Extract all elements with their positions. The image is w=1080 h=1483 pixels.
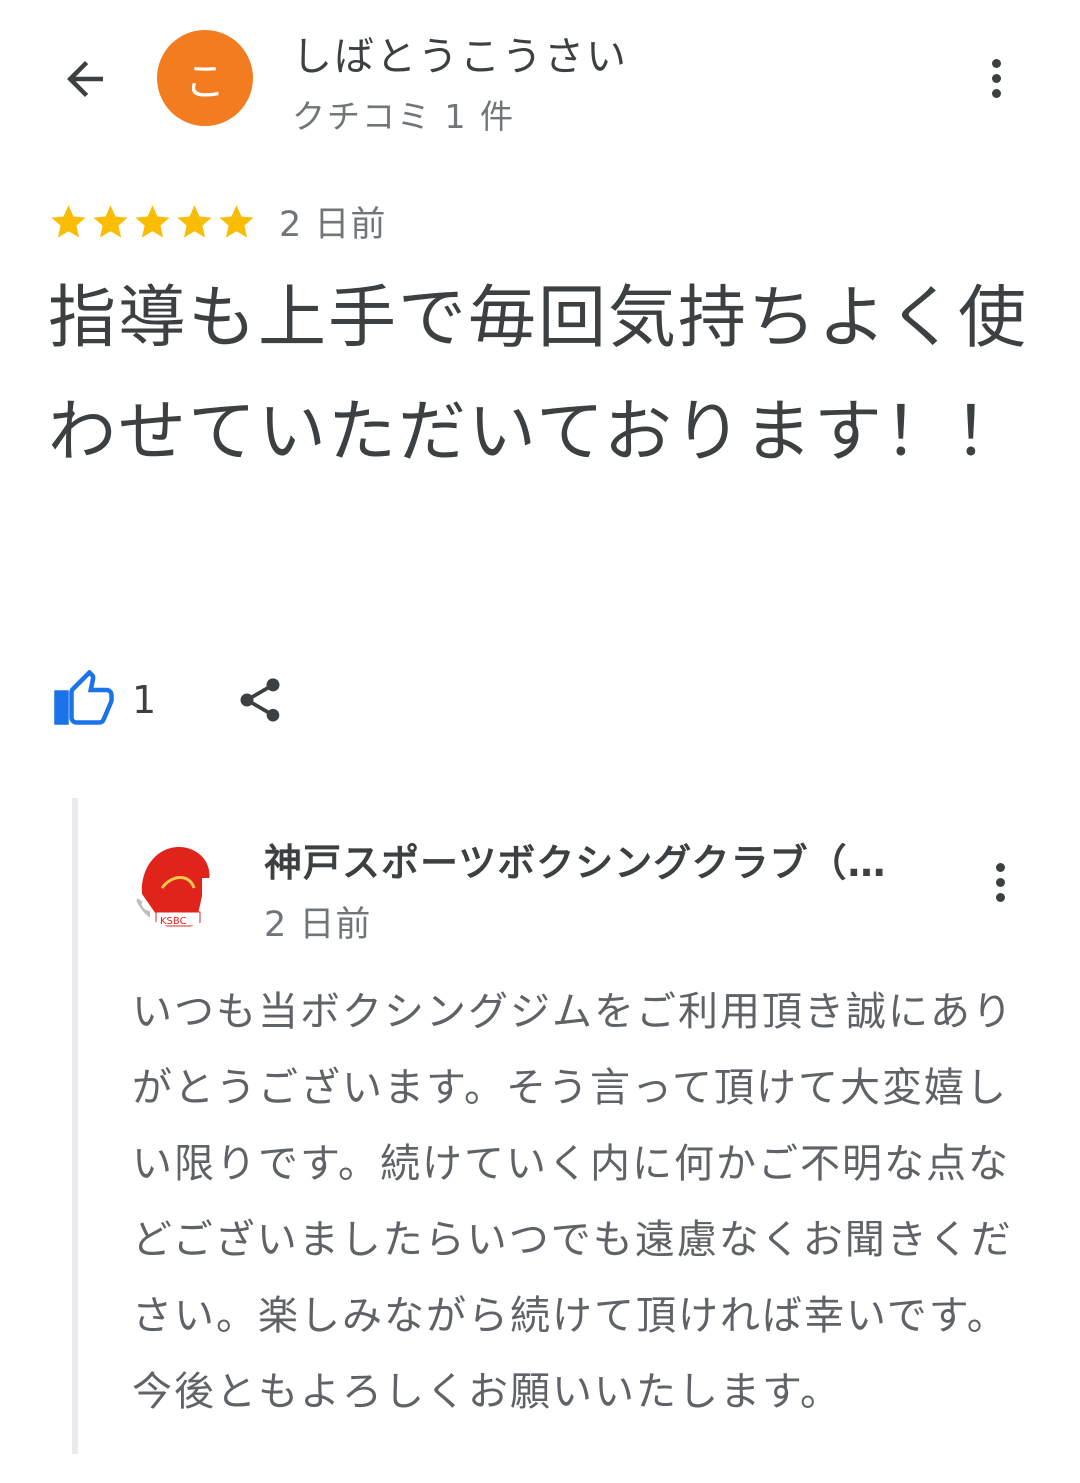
back-button[interactable]	[54, 48, 116, 110]
rating-row: 2 日前	[48, 196, 386, 247]
star-icon	[93, 205, 128, 238]
share-button[interactable]	[234, 674, 286, 726]
owner-name[interactable]: 神戸スポーツボクシングクラブ（…	[264, 832, 954, 887]
arrow-back-icon	[67, 61, 103, 97]
more-vert-icon	[976, 858, 1024, 906]
thumb-up-icon	[54, 670, 114, 725]
like-button[interactable]: 1	[54, 670, 156, 730]
star-icon	[177, 205, 212, 238]
star-icon	[135, 205, 170, 238]
review-date: 2 日前	[279, 205, 387, 245]
reviewer-review-count: クチコミ 1 件	[292, 97, 515, 136]
review-text: 指導も上手で毎回気持ちよく使わせていただいております！！	[48, 279, 1029, 472]
star-icon	[51, 205, 86, 238]
more-options-button[interactable]	[972, 54, 1020, 102]
review-header: こ しばとうこうさい クチコミ 1 件	[0, 0, 1080, 160]
logo-text: KSBC	[160, 916, 187, 927]
reviewer-name[interactable]: しばとうこうさい	[292, 24, 628, 82]
reply-text: いつも当ボクシングジムをご利用頂き誠にありがとうございます。そう言って頂けて大変…	[132, 989, 1014, 1415]
owner-avatar[interactable]: KSBC	[132, 834, 226, 928]
reply-date: 2 日前	[264, 905, 372, 945]
more-vert-icon	[991, 58, 1001, 68]
review-actions: 1	[54, 668, 286, 732]
like-count: 1	[132, 678, 157, 722]
owner-reply: KSBC 神戸スポーツボクシングクラブ（… 2 日前 いつも当ボクシングジムをご…	[72, 798, 1032, 1454]
reply-more-options-button[interactable]	[976, 858, 1024, 906]
share-icon	[240, 678, 280, 722]
boxing-glove-logo-icon: KSBC	[132, 834, 226, 928]
more-vert-icon-dot	[995, 862, 1005, 872]
star-rating	[48, 201, 257, 242]
more-vert-icon-dot	[991, 88, 1001, 98]
user-avatar[interactable]: こ	[157, 30, 253, 126]
avatar-letter: こ	[185, 59, 225, 105]
more-vert-icon-dot	[991, 73, 1001, 83]
more-vert-icon-dot	[995, 877, 1005, 887]
more-vert-icon-dot	[995, 892, 1005, 902]
star-icon	[219, 205, 254, 238]
